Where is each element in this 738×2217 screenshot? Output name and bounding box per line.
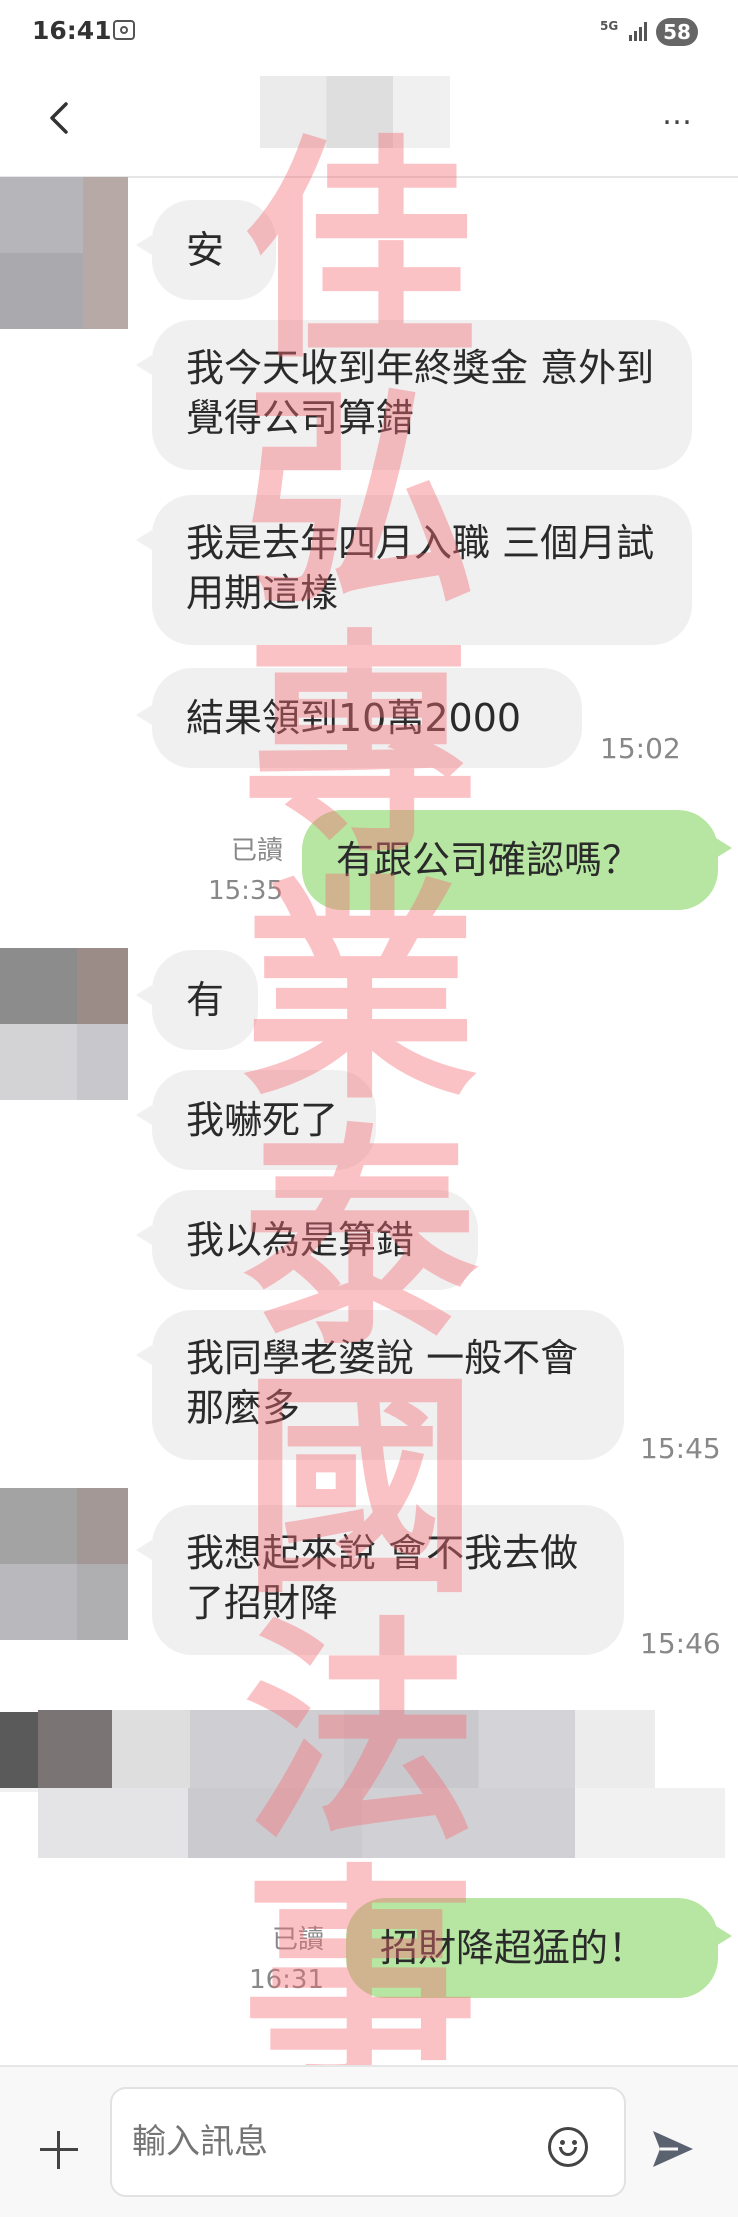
message-text: 有跟公司確認嗎？ [336, 838, 641, 882]
message-text: 我想起來說 會不我去做了招財降 [186, 1531, 579, 1625]
message-time: 16:31 [249, 1965, 324, 1995]
screen-record-icon [113, 20, 135, 40]
message-text: 我今天收到年終獎金 意外到覺得公司算錯 [186, 346, 655, 440]
send-icon[interactable] [650, 2127, 696, 2171]
read-receipt: 已讀 [230, 836, 283, 866]
battery-indicator: 58 [656, 18, 698, 46]
message-text: 招財降超猛的！ [380, 1926, 647, 1970]
message-bubble[interactable]: 我同學老婆說 一般不會那麼多 [152, 1310, 624, 1460]
signal-icon [629, 22, 647, 41]
emoji-icon[interactable] [548, 2127, 588, 2167]
message-text: 我以為是算錯 [186, 1218, 415, 1262]
message-time: 15:45 [640, 1432, 721, 1465]
redacted-message-row [0, 1640, 738, 1880]
message-bubble[interactable]: 我想起來說 會不我去做了招財降 [152, 1505, 624, 1655]
message-bubble[interactable]: 有 [152, 950, 258, 1050]
my-message-bubble[interactable]: 招財降超猛的！ [346, 1898, 718, 1998]
message-bubble[interactable]: 我是去年四月入職 三個月試用期這樣 [152, 495, 692, 645]
avatar[interactable] [0, 1488, 128, 1640]
message-bubble[interactable]: 結果領到10萬2000 [152, 668, 582, 768]
message-bubble[interactable]: 我今天收到年終獎金 意外到覺得公司算錯 [152, 320, 692, 470]
chat-header: … [0, 70, 738, 178]
message-text: 我同學老婆說 一般不會那麼多 [186, 1336, 579, 1430]
my-message-bubble[interactable]: 有跟公司確認嗎？ [302, 810, 718, 910]
message-input-bar [0, 2065, 738, 2217]
message-text: 我嚇死了 [186, 1098, 339, 1142]
read-receipt: 已讀 [271, 1925, 324, 1955]
avatar[interactable] [0, 177, 128, 329]
message-text: 我是去年四月入職 三個月試用期這樣 [186, 521, 655, 615]
avatar[interactable] [0, 948, 128, 1100]
more-icon[interactable]: … [656, 100, 700, 140]
plus-icon[interactable] [38, 2129, 78, 2169]
status-bar: 16:41 5G 58 [0, 0, 738, 70]
back-icon[interactable] [40, 98, 80, 138]
message-text: 結果領到10萬2000 [186, 696, 522, 740]
message-bubble[interactable]: 安安 [152, 200, 276, 372]
message-time: 15:02 [600, 732, 681, 765]
network-type: 5G [600, 19, 619, 33]
message-bubble[interactable]: 我以為是算錯 [152, 1190, 478, 1290]
status-time: 16:41 [32, 16, 112, 45]
message-bubble[interactable]: 我嚇死了 [152, 1070, 376, 1170]
message-time: 15:35 [208, 876, 283, 906]
contact-name-redacted [260, 76, 450, 148]
message-text: 有 [186, 978, 225, 1022]
